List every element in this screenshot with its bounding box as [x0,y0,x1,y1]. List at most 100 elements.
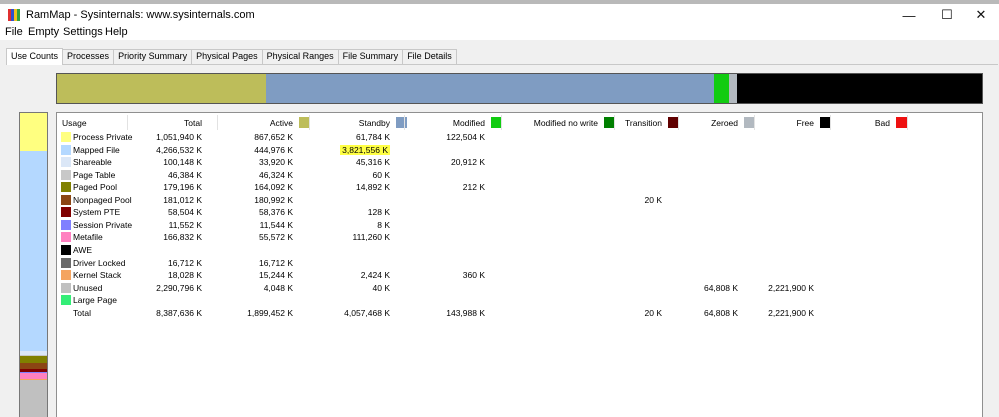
column-header-label: Active [269,117,293,128]
cell-standby: 60 K [372,169,391,180]
cell-active: 1,899,452 K [247,307,293,318]
usage-label: Process Private [73,132,133,142]
rammap-app-icon [8,9,20,21]
tab-use-counts[interactable]: Use Counts [6,48,64,65]
table-row[interactable]: Metafile 166,832 K 55,572 K 111,260 K [57,232,982,244]
column-header-transition[interactable]: Transition [625,116,679,129]
menu-settings[interactable]: Settings [63,26,103,38]
usage-color-swatch [61,207,71,218]
column-header-modified-no-write[interactable]: Modified no write [534,116,615,129]
column-separator[interactable] [309,115,310,130]
title-bar[interactable]: RamMap - Sysinternals: www.sysinternals.… [0,4,999,26]
table-row[interactable]: Total 8,387,636 K 1,899,452 K 4,057,468 K 14… [57,308,982,320]
cell-total: 4,266,532 K [156,144,202,155]
cell-active: 4,048 K [263,282,293,293]
column-header-total[interactable]: Total [102,116,202,129]
table-row[interactable]: Nonpaged Pool 181,012 K 180,992 K 20 K [57,194,982,207]
cell-standby: 45,316 K [355,157,390,168]
cell-active: 180,992 K [254,194,293,205]
minimize-button[interactable]: — [891,4,927,26]
cell-standby: 128 K [367,207,390,218]
memory-summary-bar [56,73,983,104]
table-row[interactable]: Driver Locked 16,712 K 16,712 K [57,257,982,270]
table-row[interactable]: System PTE 58,504 K 58,376 K 128 K [57,207,982,219]
table-row[interactable]: Unused 2,290,796 K 4,048 K 40 K 64,808 K 2,22… [57,282,982,295]
column-separator[interactable] [127,115,128,130]
table-row[interactable]: Session Private 11,552 K 11,544 K 8 K [57,219,982,232]
usage-color-swatch [61,270,71,281]
cell-total: 166,832 K [163,232,202,243]
cell-modified: 122,504 K [446,132,485,142]
cell-active: 164,092 K [254,182,293,193]
usage-color-swatch [61,169,71,180]
tab-physical-pages[interactable]: Physical Pages [191,49,263,64]
tab-processes[interactable]: Processes [62,49,115,64]
legend-color-swatch [896,117,907,128]
cell-standby: 14,892 K [355,182,390,193]
cell-total: 181,012 K [163,194,202,205]
column-separator[interactable] [678,115,679,130]
column-header-standby[interactable]: Standby [359,116,407,129]
menu-file[interactable]: File [5,26,23,38]
rammap-window: RamMap - Sysinternals: www.sysinternals.… [0,0,999,417]
column-header-bad[interactable]: Bad [875,116,907,129]
tab-priority-summary[interactable]: Priority Summary [113,49,193,64]
cell-standby: 2,424 K [360,270,390,281]
tab-file-details[interactable]: File Details [402,49,457,64]
tab-file-summary[interactable]: File Summary [337,49,404,64]
menu-empty[interactable]: Empty [28,26,59,38]
column-header-zeroed[interactable]: Zeroed [711,116,755,129]
usage-label: Shareable [73,157,112,168]
table-row[interactable]: Process Private 1,051,940 K 867,652 K 61,78… [57,132,982,144]
cell-standby: 3,821,556 K [340,144,390,155]
column-header-label: Free [796,117,814,128]
usage-breakdown-bar [19,112,48,417]
column-separator[interactable] [830,115,831,130]
menu-help[interactable]: Help [105,26,128,38]
maximize-button[interactable]: ☐ [929,4,965,26]
column-separator[interactable] [907,115,908,130]
cell-total: 11,552 K [168,219,202,230]
summary-segment-standby [266,74,714,103]
column-separator[interactable] [754,115,755,130]
table-row[interactable]: Page Table 46,384 K 46,324 K 60 K [57,169,982,182]
tab-physical-ranges[interactable]: Physical Ranges [261,49,339,64]
cell-free: 2,221,900 K [768,307,814,318]
summary-segment-active [57,74,267,103]
usage-label: System PTE [73,207,121,218]
legend-color-swatch [396,117,407,128]
cell-total: 46,384 K [167,169,202,180]
cell-active: 46,324 K [258,169,293,180]
use-counts-table[interactable]: Usage Total Active Standby Modified Modified … [56,112,983,417]
cell-total: 1,051,940 K [156,132,202,142]
cell-active: 33,920 K [258,157,293,168]
cell-active: 55,572 K [258,232,293,243]
usage-color-swatch [61,232,71,243]
table-row[interactable]: Shareable 100,148 K 33,920 K 45,316 K 20,912… [57,157,982,169]
column-header-modified[interactable]: Modified [453,116,502,129]
close-button[interactable]: ✕ [963,4,999,26]
column-separator[interactable] [217,115,218,130]
table-row[interactable]: Kernel Stack 18,028 K 15,244 K 2,424 K 360 K [57,270,982,282]
column-separator[interactable] [404,115,405,130]
usage-color-swatch [61,282,71,293]
column-separator[interactable] [501,115,502,130]
usage-color-swatch [61,157,71,168]
table-row[interactable]: Mapped File 4,266,532 K 444,976 K 3,821,556… [57,144,982,157]
cell-modified: 212 K [462,182,485,193]
cell-total: 18,028 K [167,270,202,281]
cell-standby: 4,057,468 K [344,307,390,318]
cell-total: 16,712 K [167,257,202,268]
column-separator[interactable] [614,115,615,130]
column-header-free[interactable]: Free [797,116,831,129]
table-row[interactable]: Paged Pool 179,196 K 164,092 K 14,892 K 212 … [57,182,982,194]
usage-color-swatch [61,219,71,230]
table-row[interactable]: Large Page [57,295,982,307]
column-header-label: Modified no write [533,117,598,128]
column-header-active[interactable]: Active [270,116,310,129]
usage-label: AWE [73,244,93,255]
usage-label: Page Table [73,169,116,180]
cell-standby: 40 K [372,282,391,293]
column-header-usage[interactable]: Usage [62,116,87,129]
table-row[interactable]: AWE [57,244,982,257]
